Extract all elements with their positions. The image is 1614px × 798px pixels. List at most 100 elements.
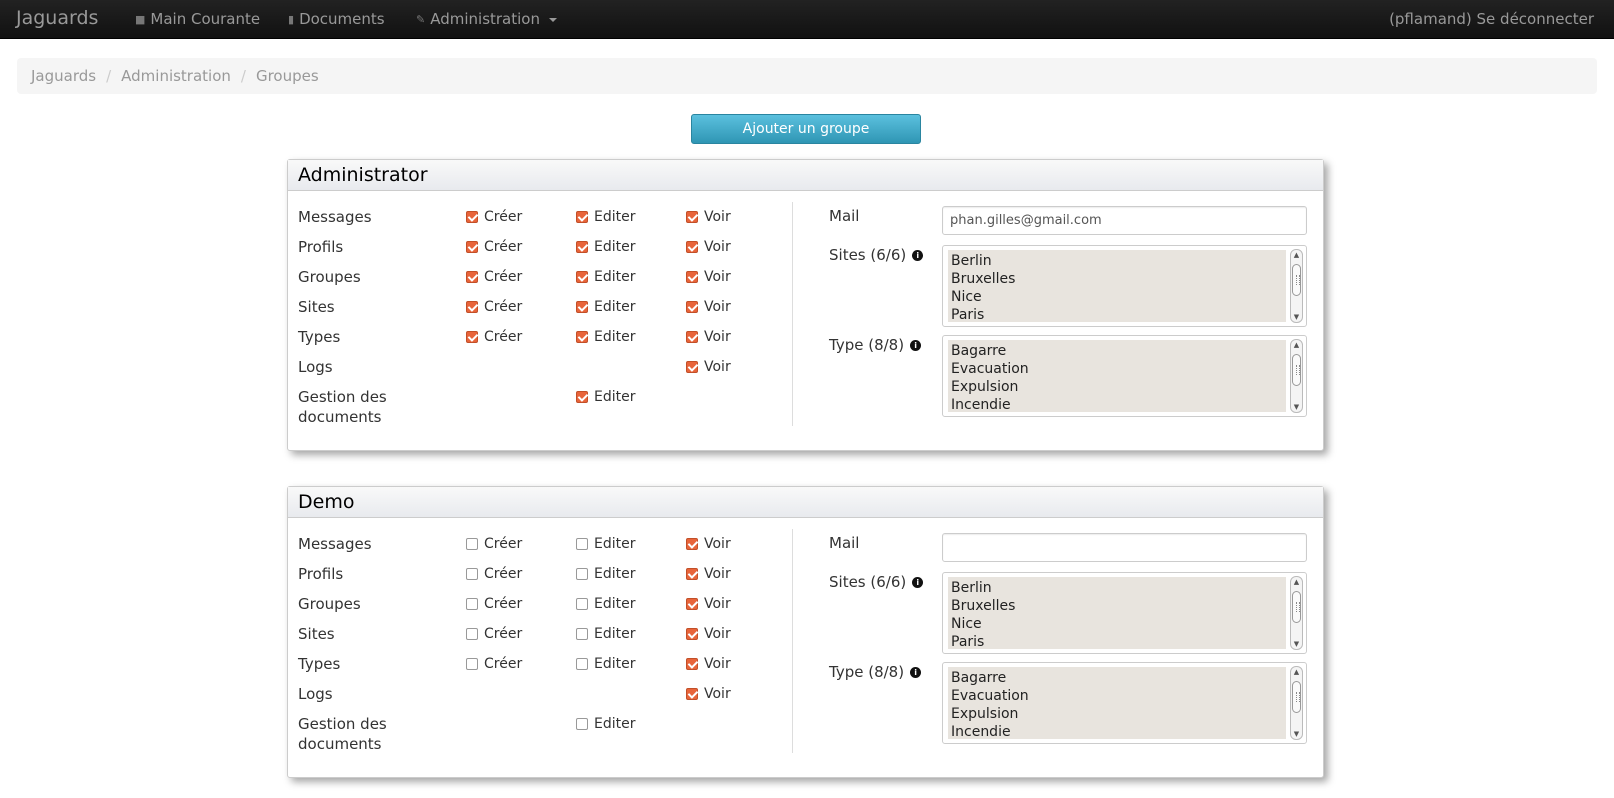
checkbox-box[interactable] (686, 271, 698, 283)
checkbox-box[interactable] (466, 211, 478, 223)
permission-view-checkbox[interactable]: Voir (686, 359, 731, 375)
permission-view-checkbox[interactable]: Voir (686, 209, 731, 225)
type-option[interactable]: Bagarre (951, 669, 1283, 687)
info-icon[interactable]: i (912, 249, 924, 261)
checkbox-box[interactable] (466, 658, 478, 670)
permission-edit-checkbox[interactable]: Editer (576, 536, 635, 552)
permission-view-checkbox[interactable]: Voir (686, 656, 731, 672)
type-option[interactable]: Incendie (951, 723, 1283, 739)
info-icon[interactable]: i (910, 666, 922, 678)
scroll-up-icon[interactable]: ▲ (1291, 667, 1302, 677)
scrollbar[interactable]: ▲ ▼ (1290, 666, 1303, 740)
type-option[interactable]: Bagarre (951, 342, 1283, 360)
permission-edit-checkbox[interactable]: Editer (576, 329, 635, 345)
types-multiselect[interactable]: Bagarre Evacuation Expulsion Incendie ▲ ▼ (942, 335, 1307, 417)
checkbox-box[interactable] (466, 301, 478, 313)
scroll-down-icon[interactable]: ▼ (1291, 312, 1302, 322)
site-option[interactable]: Paris (951, 633, 1283, 649)
mail-input[interactable] (942, 533, 1307, 562)
sites-multiselect[interactable]: Berlin Bruxelles Nice Paris ▲ ▼ (942, 572, 1307, 654)
permission-view-checkbox[interactable]: Voir (686, 686, 731, 702)
checkbox-box[interactable] (686, 538, 698, 550)
permission-edit-checkbox[interactable]: Editer (576, 299, 635, 315)
permission-create-checkbox[interactable]: Créer (466, 656, 522, 672)
checkbox-box[interactable] (686, 241, 698, 253)
nav-administration[interactable]: ✎ Administration (416, 10, 557, 28)
permission-edit-checkbox[interactable]: Editer (576, 389, 635, 405)
permission-view-checkbox[interactable]: Voir (686, 329, 731, 345)
permission-create-checkbox[interactable]: Créer (466, 269, 522, 285)
permission-edit-checkbox[interactable]: Editer (576, 656, 635, 672)
breadcrumb-item-administration[interactable]: Administration (121, 67, 231, 85)
brand-logo[interactable]: Jaguards (16, 7, 98, 29)
types-multiselect[interactable]: Bagarre Evacuation Expulsion Incendie ▲ ▼ (942, 662, 1307, 744)
permission-view-checkbox[interactable]: Voir (686, 626, 731, 642)
site-option[interactable]: Berlin (951, 252, 1283, 270)
type-option[interactable]: Expulsion (951, 705, 1283, 723)
checkbox-box[interactable] (686, 688, 698, 700)
checkbox-box[interactable] (686, 331, 698, 343)
checkbox-box[interactable] (576, 241, 588, 253)
scrollbar[interactable]: ▲ ▼ (1290, 339, 1303, 413)
permission-edit-checkbox[interactable]: Editer (576, 209, 635, 225)
checkbox-box[interactable] (686, 361, 698, 373)
scroll-down-icon[interactable]: ▼ (1291, 639, 1302, 649)
site-option[interactable]: Nice (951, 288, 1283, 306)
checkbox-box[interactable] (576, 598, 588, 610)
site-option[interactable]: Berlin (951, 579, 1283, 597)
permission-view-checkbox[interactable]: Voir (686, 536, 731, 552)
scroll-up-icon[interactable]: ▲ (1291, 340, 1302, 350)
checkbox-box[interactable] (466, 271, 478, 283)
permission-create-checkbox[interactable]: Créer (466, 596, 522, 612)
checkbox-box[interactable] (466, 331, 478, 343)
permission-edit-checkbox[interactable]: Editer (576, 566, 635, 582)
permission-create-checkbox[interactable]: Créer (466, 536, 522, 552)
checkbox-box[interactable] (686, 628, 698, 640)
checkbox-box[interactable] (576, 568, 588, 580)
scroll-down-icon[interactable]: ▼ (1291, 729, 1302, 739)
checkbox-box[interactable] (576, 271, 588, 283)
checkbox-box[interactable] (686, 301, 698, 313)
permission-view-checkbox[interactable]: Voir (686, 299, 731, 315)
permission-view-checkbox[interactable]: Voir (686, 596, 731, 612)
checkbox-box[interactable] (576, 538, 588, 550)
permission-create-checkbox[interactable]: Créer (466, 239, 522, 255)
checkbox-box[interactable] (576, 628, 588, 640)
checkbox-box[interactable] (466, 241, 478, 253)
checkbox-box[interactable] (576, 301, 588, 313)
permission-edit-checkbox[interactable]: Editer (576, 239, 635, 255)
mail-input[interactable] (942, 206, 1307, 235)
permission-create-checkbox[interactable]: Créer (466, 626, 522, 642)
type-option[interactable]: Expulsion (951, 378, 1283, 396)
checkbox-box[interactable] (576, 211, 588, 223)
scroll-thumb[interactable] (1292, 354, 1301, 386)
checkbox-box[interactable] (466, 568, 478, 580)
type-option[interactable]: Evacuation (951, 687, 1283, 705)
checkbox-box[interactable] (686, 598, 698, 610)
checkbox-box[interactable] (686, 658, 698, 670)
scroll-down-icon[interactable]: ▼ (1291, 402, 1302, 412)
scrollbar[interactable]: ▲ ▼ (1290, 249, 1303, 323)
scroll-up-icon[interactable]: ▲ (1291, 250, 1302, 260)
permission-edit-checkbox[interactable]: Editer (576, 716, 635, 732)
checkbox-box[interactable] (576, 331, 588, 343)
permission-view-checkbox[interactable]: Voir (686, 239, 731, 255)
info-icon[interactable]: i (910, 339, 922, 351)
nav-main-courante[interactable]: ■ Main Courante (135, 10, 260, 28)
checkbox-box[interactable] (466, 598, 478, 610)
site-option[interactable]: Bruxelles (951, 597, 1283, 615)
nav-documents[interactable]: ▮ Documents (288, 10, 385, 28)
permission-edit-checkbox[interactable]: Editer (576, 269, 635, 285)
add-group-button[interactable]: Ajouter un groupe (691, 114, 921, 144)
permission-create-checkbox[interactable]: Créer (466, 329, 522, 345)
permission-edit-checkbox[interactable]: Editer (576, 626, 635, 642)
logout-link[interactable]: (pflamand) Se déconnecter (1389, 10, 1594, 28)
scroll-thumb[interactable] (1292, 681, 1301, 713)
site-option[interactable]: Paris (951, 306, 1283, 322)
permission-view-checkbox[interactable]: Voir (686, 566, 731, 582)
type-option[interactable]: Incendie (951, 396, 1283, 412)
scroll-up-icon[interactable]: ▲ (1291, 577, 1302, 587)
checkbox-box[interactable] (466, 628, 478, 640)
scroll-thumb[interactable] (1292, 591, 1301, 623)
sites-multiselect[interactable]: Berlin Bruxelles Nice Paris ▲ ▼ (942, 245, 1307, 327)
